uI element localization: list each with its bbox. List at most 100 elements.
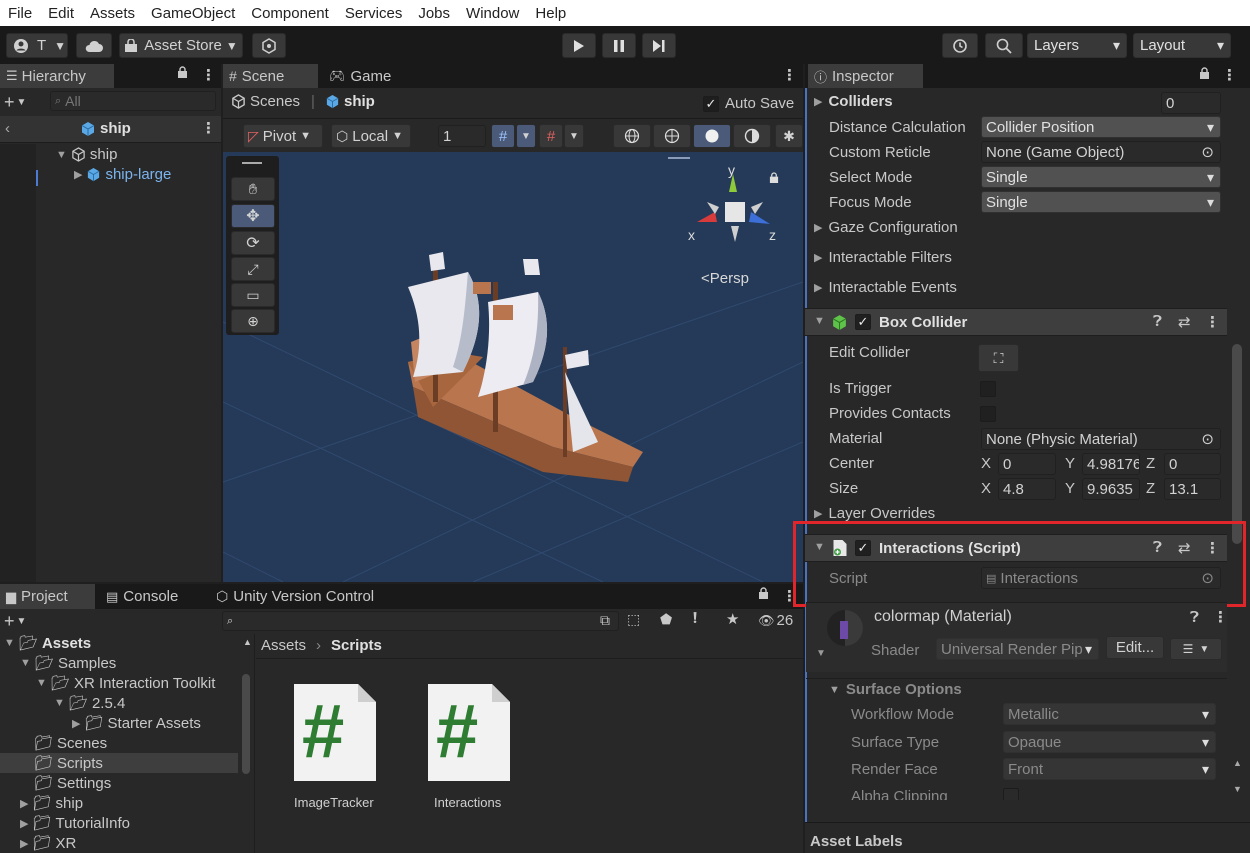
layers-dropdown[interactable]: Layers: [1027, 33, 1127, 58]
incremental-snap-dropdown[interactable]: ▼: [564, 124, 584, 148]
is-trigger-checkbox[interactable]: [980, 381, 996, 397]
debug-draw-button[interactable]: ✱: [775, 124, 803, 148]
label-tag-icon[interactable]: ⬟: [660, 611, 672, 628]
overlay-drag-handle[interactable]: [242, 162, 262, 164]
custom-reticle-field[interactable]: None (Game Object) ⊙: [981, 141, 1221, 163]
size-z-input[interactable]: 13.1: [1164, 478, 1221, 500]
rect-tool-button[interactable]: ▭: [231, 283, 275, 307]
shaded-wireframe-button[interactable]: [653, 124, 691, 148]
select-mode-dropdown[interactable]: Single: [981, 166, 1221, 188]
scroll-up-icon[interactable]: ▲: [243, 637, 252, 647]
hierarchy-item-ship-large[interactable]: ▶ ship-large: [74, 166, 171, 183]
center-x-input[interactable]: 0: [998, 453, 1056, 475]
tab-version-control[interactable]: ⬡ Unity Version Control: [210, 584, 410, 609]
pause-button[interactable]: [602, 33, 636, 58]
expand-arrow-icon[interactable]: ▼: [816, 648, 826, 659]
help-icon[interactable]: ❓︎: [1190, 609, 1199, 626]
create-asset-button[interactable]: + ▼: [4, 611, 26, 632]
file-interactions[interactable]: #: [424, 680, 514, 785]
alpha-clipping-checkbox[interactable]: [1003, 788, 1019, 800]
workflow-mode-dropdown[interactable]: Metallic: [1003, 703, 1216, 725]
scale-tool-button[interactable]: ⤢: [231, 257, 275, 281]
tab-scene[interactable]: # Scene: [223, 64, 318, 88]
material-options-dropdown[interactable]: ☰ ▼: [1170, 638, 1222, 660]
hidden-packages-toggle[interactable]: 👁︎ 26: [758, 612, 793, 629]
hand-tool-button[interactable]: ✋︎: [231, 177, 275, 201]
render-face-dropdown[interactable]: Front: [1003, 758, 1216, 780]
transform-tool-button[interactable]: ⊕: [231, 309, 275, 333]
projection-label[interactable]: <Persp: [701, 270, 749, 287]
overlay-handle[interactable]: [668, 157, 690, 159]
path-root[interactable]: Assets: [261, 637, 306, 654]
rotate-tool-button[interactable]: ⟳: [231, 231, 275, 255]
tree-item-assets[interactable]: ▼ 📂︎ Assets: [4, 634, 91, 653]
pivot-dropdown[interactable]: ◸ Pivot ▼: [243, 124, 323, 148]
menu-assets[interactable]: Assets: [82, 5, 143, 22]
tree-item-xr-interaction-toolkit[interactable]: ▼ 📂︎ XR Interaction Toolkit: [36, 674, 215, 693]
search-by-type-icon[interactable]: ⧉: [600, 612, 610, 629]
surface-options-foldout[interactable]: ▼ Surface Options: [829, 681, 962, 698]
scroll-up-icon[interactable]: ▲: [1233, 758, 1242, 768]
colliders-count-input[interactable]: 0: [1161, 92, 1221, 114]
project-search-input[interactable]: ⌕: [222, 611, 619, 631]
inspector-scrollbar[interactable]: [1232, 344, 1242, 544]
lock-icon[interactable]: [758, 587, 769, 604]
tab-console[interactable]: ▤ Console: [100, 584, 200, 609]
shader-dropdown[interactable]: Universal Render Pip: [936, 638, 1099, 660]
tab-inspector[interactable]: ⓘ Inspector: [808, 64, 923, 88]
menu-file[interactable]: File: [0, 5, 40, 22]
snap-increment-input[interactable]: 1: [438, 125, 486, 147]
scene-viewport[interactable]: y x z <Persp: [223, 152, 803, 582]
menu-jobs[interactable]: Jobs: [410, 5, 458, 22]
asset-store-button[interactable]: Asset Store ▼: [119, 33, 243, 58]
interactable-filters-foldout[interactable]: ▶ Interactable Filters: [814, 249, 952, 266]
layout-dropdown[interactable]: Layout: [1133, 33, 1231, 58]
layer-overrides-foldout[interactable]: ▶ Layer Overrides: [814, 505, 935, 522]
scroll-down-icon[interactable]: ▼: [1233, 784, 1242, 794]
menu-services[interactable]: Services: [337, 5, 411, 22]
gaze-configuration-foldout[interactable]: ▶ Gaze Configuration: [814, 219, 958, 236]
menu-window[interactable]: Window: [458, 5, 527, 22]
center-z-input[interactable]: 0: [1164, 453, 1221, 475]
presets-icon[interactable]: ⇄: [1178, 313, 1191, 331]
shaded-mode-button[interactable]: [693, 124, 731, 148]
menu-component[interactable]: Component: [243, 5, 337, 22]
tree-item-ship[interactable]: ▶ 📁︎ ship: [20, 794, 83, 813]
tree-item-scenes[interactable]: 📁︎ Scenes: [34, 734, 107, 753]
lock-icon[interactable]: [177, 66, 188, 83]
colliders-foldout[interactable]: ▶ Colliders: [814, 93, 893, 110]
auto-save-toggle[interactable]: ✓ Auto Save: [703, 95, 794, 112]
incremental-snap-toggle[interactable]: #: [539, 124, 563, 148]
physic-material-field[interactable]: None (Physic Material) ⊙: [981, 428, 1221, 450]
menu-gameobject[interactable]: GameObject: [143, 5, 243, 22]
shader-edit-button[interactable]: Edit...: [1106, 636, 1164, 659]
help-icon[interactable]: ❓︎: [1153, 313, 1162, 330]
edit-collider-button[interactable]: ⛶: [978, 344, 1019, 372]
tree-item-samples[interactable]: ▼ 📂︎ Samples: [20, 654, 116, 673]
breadcrumb-scenes[interactable]: Scenes: [231, 93, 300, 110]
more-options-icon[interactable]: ⋮: [1205, 313, 1220, 331]
back-arrow-icon[interactable]: ‹: [5, 120, 10, 137]
filter-type-icon[interactable]: ⬚: [627, 611, 640, 628]
lock-icon[interactable]: [1199, 67, 1210, 84]
file-imagetracker[interactable]: #: [290, 680, 380, 785]
distance-calculation-dropdown[interactable]: Collider Position: [981, 116, 1221, 138]
menu-help[interactable]: Help: [527, 5, 574, 22]
tree-item-starter-assets[interactable]: ▶ 📁︎ Starter Assets: [72, 714, 201, 733]
cloud-button[interactable]: [76, 33, 112, 58]
tree-item-scripts[interactable]: 📁︎ Scripts: [34, 754, 103, 773]
wireframe-mode-button[interactable]: [613, 124, 651, 148]
focus-mode-dropdown[interactable]: Single: [981, 191, 1221, 213]
tab-game[interactable]: 🎮︎ Game: [323, 64, 403, 88]
more-options-icon[interactable]: ⋮: [201, 66, 216, 84]
interactable-events-foldout[interactable]: ▶ Interactable Events: [814, 279, 957, 296]
tree-scrollbar[interactable]: [242, 674, 250, 774]
surface-type-dropdown[interactable]: Opaque: [1003, 731, 1216, 753]
step-button[interactable]: [642, 33, 676, 58]
tab-hierarchy[interactable]: ☰ Hierarchy: [0, 64, 114, 88]
box-collider-header[interactable]: ▼ ✓ Box Collider ❓︎ ⇄ ⋮: [805, 308, 1227, 336]
hierarchy-search-input[interactable]: ⌕ All: [50, 91, 216, 111]
more-options-icon[interactable]: ⋮: [1222, 66, 1237, 84]
alert-icon[interactable]: ❗︎: [693, 610, 697, 627]
object-picker-icon[interactable]: ⊙: [1201, 430, 1214, 448]
